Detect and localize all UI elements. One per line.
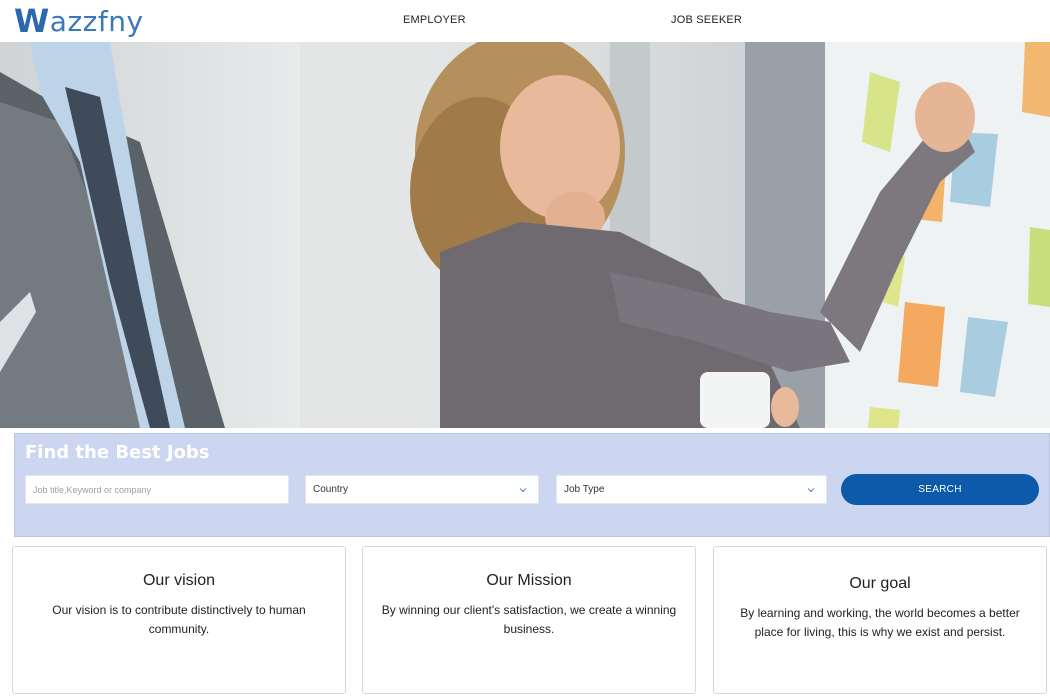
goal-title: Our goal xyxy=(849,575,911,592)
nav-job-seeker-link[interactable]: JOB SEEKER xyxy=(671,14,742,26)
search-button[interactable]: SEARCH xyxy=(841,474,1039,505)
vision-text: Our vision is to contribute distinctivel… xyxy=(52,603,306,636)
site-header: Wazzfny EMPLOYER JOB SEEKER xyxy=(0,0,1050,42)
country-select-value: Country xyxy=(313,484,349,495)
job-search-panel: Find the Best Jobs Country Job Type SEAR… xyxy=(14,433,1050,537)
logo-text: azzfny xyxy=(49,4,144,38)
vision-title: Our vision xyxy=(142,572,216,589)
brand-logo[interactable]: Wazzfny xyxy=(14,2,144,40)
job-type-select[interactable]: Job Type xyxy=(556,475,827,504)
job-type-select-value: Job Type xyxy=(564,484,605,495)
country-select[interactable]: Country xyxy=(305,475,539,504)
chevron-down-icon xyxy=(807,488,815,493)
goal-card: Our goal By learning and working, the wo… xyxy=(713,546,1047,694)
keyword-input[interactable] xyxy=(33,484,288,495)
mission-title: Our Mission xyxy=(486,572,572,589)
nav-employer-link[interactable]: EMPLOYER xyxy=(403,14,466,26)
hero-image xyxy=(0,42,1050,428)
chevron-down-icon xyxy=(519,488,527,493)
hero-illustration xyxy=(0,42,1050,428)
logo-initial: W xyxy=(14,2,50,40)
vision-card: Our vision Our vision is to contribute d… xyxy=(12,546,346,694)
mission-card: Our Mission By winning our client's sati… xyxy=(362,546,696,694)
keyword-field[interactable] xyxy=(25,475,289,504)
search-title: Find the Best Jobs xyxy=(25,442,210,463)
goal-text: By learning and working, the world becom… xyxy=(740,606,1020,639)
mission-text: By winning our client's satisfaction, we… xyxy=(381,603,677,636)
